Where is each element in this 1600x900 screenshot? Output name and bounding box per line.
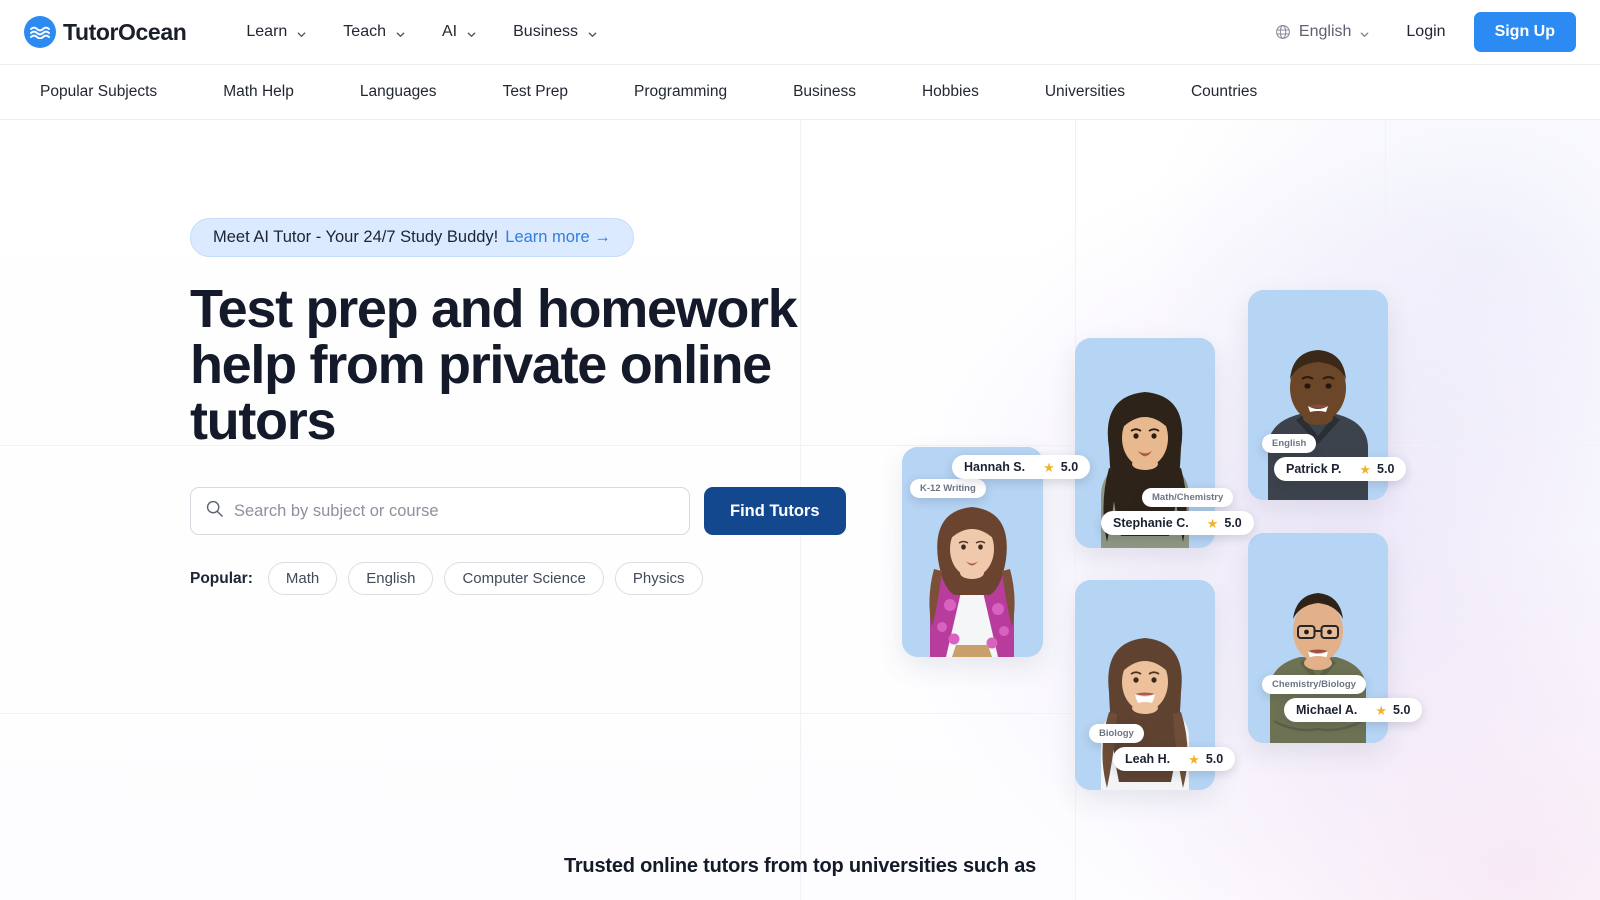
- star-icon: ★: [1188, 751, 1200, 767]
- chevron-down-icon: [395, 27, 406, 38]
- tutor-rating: 5.0: [1224, 516, 1242, 530]
- tutor-subject-badge: Math/Chemistry: [1142, 488, 1234, 507]
- nav-item-label: Teach: [343, 23, 386, 40]
- subnav-item-languages[interactable]: Languages: [326, 75, 469, 109]
- tutor-name-badge: Patrick P. ★ 5.0: [1274, 457, 1407, 481]
- star-icon: ★: [1206, 515, 1219, 531]
- tutor-name: Michael A.: [1296, 703, 1358, 717]
- hero-section: Meet AI Tutor - Your 24/7 Study Buddy! L…: [0, 120, 1600, 900]
- nav-item-label: AI: [442, 23, 458, 40]
- subnav-item-countries[interactable]: Countries: [1157, 75, 1289, 109]
- wave-logo-icon: [24, 16, 56, 48]
- chevron-down-icon: [466, 27, 477, 38]
- star-icon: ★: [1043, 459, 1055, 475]
- nav-item-business[interactable]: Business: [495, 15, 616, 49]
- tutor-name: Leah H.: [1125, 752, 1171, 766]
- subject-navigation-bar: Popular Subjects Math Help Languages Tes…: [0, 65, 1600, 120]
- subnav-item-programming[interactable]: Programming: [600, 75, 759, 109]
- tutor-card-leah[interactable]: Leah H. ★ 5.0 Biology: [1075, 580, 1236, 790]
- chevron-down-icon: [1359, 27, 1370, 38]
- tutor-name-badge: Michael A. ★ 5.0: [1284, 698, 1423, 722]
- tutor-subject-badge: Biology: [1089, 724, 1144, 743]
- tutor-name-badge: Hannah S. ★ 5.0: [952, 455, 1091, 479]
- trusted-title: Trusted online tutors from top universit…: [563, 855, 1037, 877]
- nav-item-ai[interactable]: AI: [424, 15, 495, 49]
- tutor-rating: 5.0: [1377, 462, 1395, 476]
- tutor-name: Stephanie C.: [1113, 516, 1189, 530]
- tutor-name: Patrick P.: [1286, 462, 1342, 476]
- brand-name: TutorOcean: [63, 18, 187, 45]
- tutor-cards-collage: Hannah S. ★ 5.0 K-12 Writing Stephanie C…: [0, 120, 1600, 900]
- subnav-item-math-help[interactable]: Math Help: [189, 75, 326, 109]
- language-label: English: [1298, 23, 1352, 40]
- globe-icon: [1275, 24, 1291, 40]
- subnav-item-business[interactable]: Business: [759, 75, 888, 109]
- signup-button[interactable]: Sign Up: [1473, 12, 1576, 52]
- tutor-name: Hannah S.: [964, 460, 1026, 474]
- subnav-item-hobbies[interactable]: Hobbies: [888, 75, 1011, 109]
- tutor-card-hannah[interactable]: Hannah S. ★ 5.0 K-12 Writing: [902, 447, 1091, 657]
- star-icon: ★: [1375, 702, 1388, 718]
- nav-item-learn[interactable]: Learn: [228, 15, 325, 49]
- chevron-down-icon: [296, 27, 307, 38]
- chevron-down-icon: [587, 27, 598, 38]
- language-selector[interactable]: English: [1261, 15, 1384, 49]
- nav-item-label: Learn: [246, 23, 288, 40]
- primary-nav: Learn Teach AI Business: [228, 15, 616, 49]
- tutor-rating: 5.0: [1060, 460, 1079, 474]
- tutor-rating: 5.0: [1393, 703, 1411, 717]
- subnav-item-universities[interactable]: Universities: [1011, 75, 1157, 109]
- tutor-card-michael[interactable]: Michael A. ★ 5.0 Chemistry/Biology: [1248, 533, 1423, 743]
- star-icon: ★: [1359, 461, 1372, 477]
- tutor-card-patrick[interactable]: Patrick P. ★ 5.0 English: [1248, 290, 1407, 500]
- tutor-subject-badge: Chemistry/Biology: [1262, 675, 1366, 694]
- tutor-subject-badge: English: [1262, 434, 1317, 453]
- tutor-name-badge: Leah H. ★ 5.0: [1113, 747, 1236, 771]
- login-link[interactable]: Login: [1384, 15, 1467, 49]
- top-nav-right: English Login Sign Up: [1261, 12, 1576, 52]
- tutor-subject-badge: K-12 Writing: [910, 479, 986, 498]
- brand-logo[interactable]: TutorOcean: [24, 16, 187, 48]
- subnav-item-test-prep[interactable]: Test Prep: [469, 75, 600, 109]
- tutor-card-stephanie[interactable]: Stephanie C. ★ 5.0 Math/Chemistry: [1075, 338, 1254, 548]
- nav-item-label: Business: [513, 23, 579, 40]
- tutor-name-badge: Stephanie C. ★ 5.0: [1101, 511, 1254, 535]
- subnav-item-popular-subjects[interactable]: Popular Subjects: [40, 75, 189, 109]
- tutor-rating: 5.0: [1205, 752, 1224, 766]
- top-navigation-bar: TutorOcean Learn Teach AI Business Engli…: [0, 0, 1600, 65]
- nav-item-teach[interactable]: Teach: [325, 15, 424, 49]
- page-root: TutorOcean Learn Teach AI Business Engli…: [0, 0, 1600, 900]
- trusted-universities-section: Trusted online tutors from top universit…: [0, 855, 1600, 900]
